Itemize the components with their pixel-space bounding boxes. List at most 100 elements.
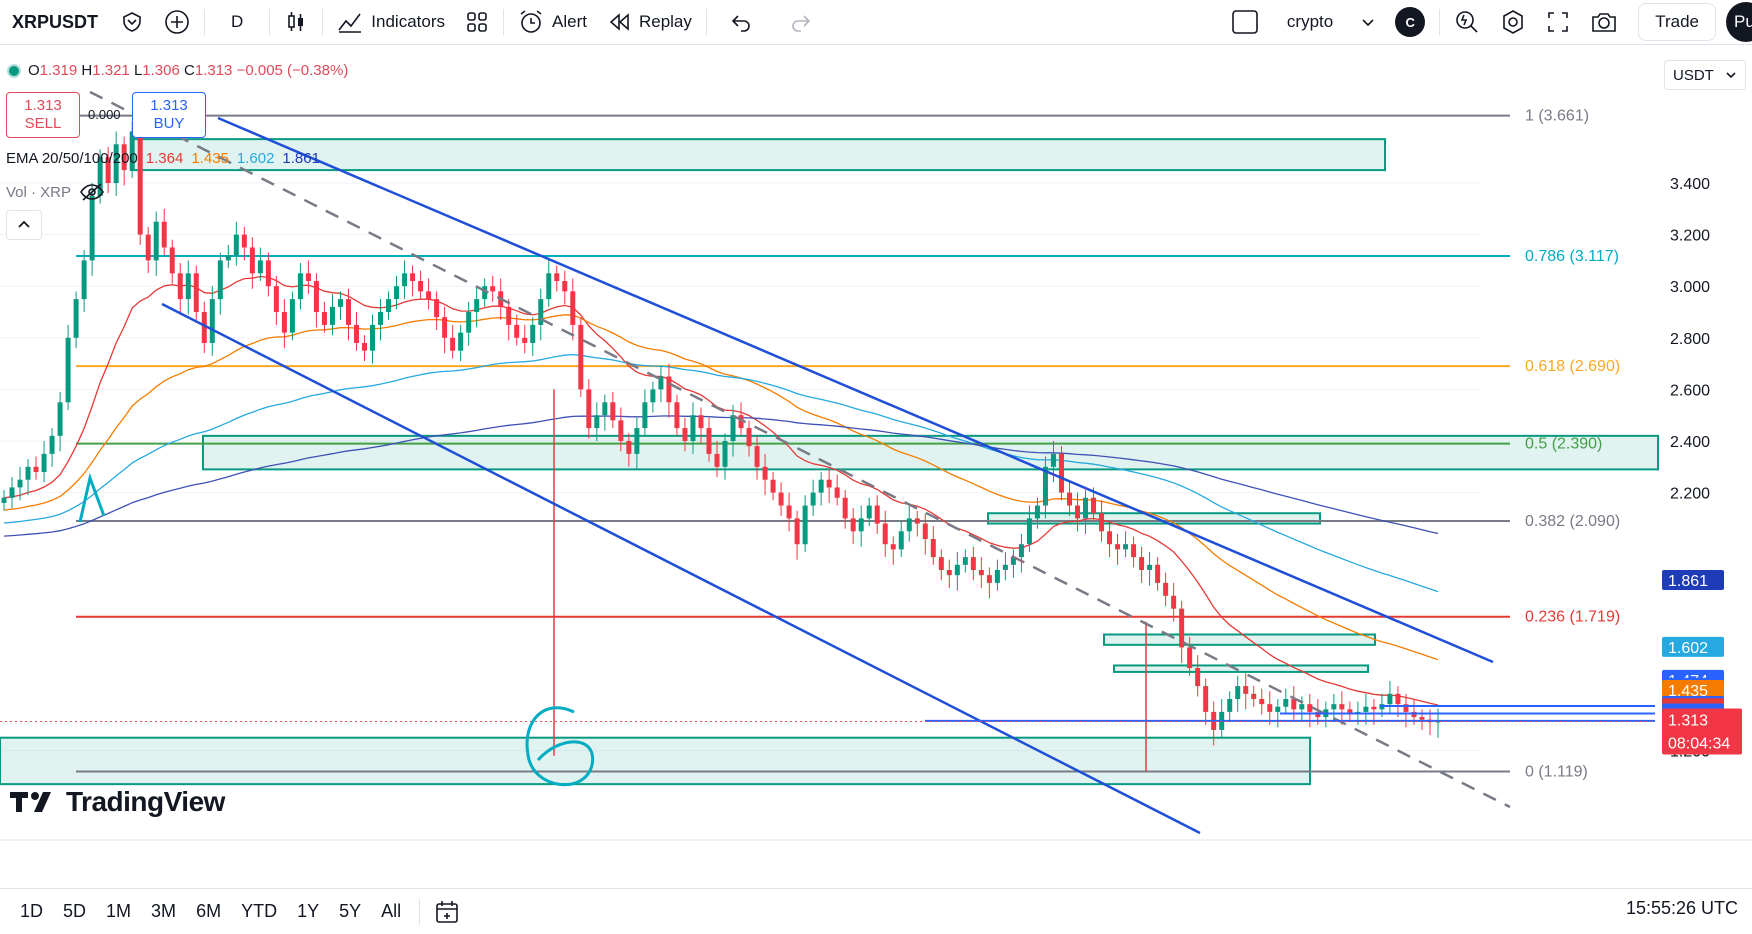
- candle-body: [778, 492, 784, 506]
- symbol-info-button[interactable]: [110, 0, 154, 44]
- candle-body: [522, 337, 528, 343]
- tradingview-watermark: TradingView: [10, 786, 225, 818]
- replay-button[interactable]: Replay: [597, 0, 702, 44]
- candle-body: [962, 557, 968, 565]
- ema20-value: 1.364: [145, 150, 184, 167]
- candle-body: [394, 286, 400, 300]
- candle-body: [1235, 686, 1241, 699]
- toolbar-divider: [204, 9, 206, 35]
- trade-button[interactable]: Trade: [1628, 0, 1726, 44]
- candle-body: [794, 518, 800, 545]
- candle-body: [1419, 717, 1425, 720]
- price-tick: 3.000: [1670, 279, 1710, 296]
- candle-body: [546, 273, 552, 300]
- range-5d[interactable]: 5D: [53, 901, 96, 922]
- countdown-label: 08:04:34: [1668, 735, 1730, 752]
- grid-icon: [467, 12, 487, 32]
- top-toolbar: XRPUSDT D Indicators Alert Replay crypto: [0, 0, 1752, 45]
- sell-button[interactable]: 1.313 SELL: [6, 92, 80, 138]
- account-avatar[interactable]: C: [1385, 0, 1435, 44]
- indicators-button[interactable]: Indicators: [327, 0, 455, 44]
- candle-body: [297, 273, 303, 300]
- range-1m[interactable]: 1M: [96, 901, 141, 922]
- candle-body: [353, 324, 359, 343]
- snapshot-button[interactable]: [1580, 0, 1628, 44]
- price-badge-label: 1.602: [1668, 640, 1708, 657]
- alert-button[interactable]: Alert: [508, 0, 597, 44]
- symbol-search[interactable]: XRPUSDT: [0, 5, 110, 39]
- candle-body: [1195, 668, 1201, 687]
- range-6m[interactable]: 6M: [186, 901, 231, 922]
- publish-label: Pu: [1734, 12, 1752, 31]
- eye-off-icon[interactable]: [79, 182, 105, 202]
- range-1y[interactable]: 1Y: [287, 901, 329, 922]
- supply-demand-zone: [0, 736, 1311, 786]
- candle-body: [386, 299, 392, 312]
- compare-symbol-button[interactable]: [154, 0, 200, 44]
- candle-body: [313, 281, 319, 312]
- ema-legend[interactable]: EMA 20/50/100/200 1.364 1.435 1.602 1.86…: [6, 150, 320, 167]
- candle-body: [153, 221, 159, 261]
- range-3m[interactable]: 3M: [141, 901, 186, 922]
- currency-select[interactable]: USDT: [1664, 60, 1746, 90]
- symbol-name: XRPUSDT: [12, 11, 99, 32]
- candle-body: [289, 299, 295, 333]
- redo-button[interactable]: [771, 0, 831, 44]
- templates-button[interactable]: [455, 0, 499, 44]
- publish-button[interactable]: Pu: [1726, 2, 1752, 42]
- candle-body: [73, 299, 79, 338]
- candle-body: [914, 518, 920, 524]
- undo-button[interactable]: [711, 0, 771, 44]
- candle-body: [217, 260, 223, 300]
- candle-body: [706, 428, 712, 454]
- collapse-legend-button[interactable]: [6, 210, 42, 240]
- candle-body: [378, 312, 384, 325]
- range-all[interactable]: All: [371, 901, 411, 922]
- rewind-icon: [609, 13, 629, 31]
- candle-body: [906, 518, 912, 532]
- sell-price: 1.313: [24, 97, 62, 114]
- range-5y[interactable]: 5Y: [329, 901, 371, 922]
- candle-body: [714, 453, 720, 467]
- toolbar-divider: [705, 9, 707, 35]
- candle-body: [594, 415, 600, 429]
- settings-button[interactable]: [1490, 0, 1536, 44]
- candle-body: [241, 234, 247, 248]
- utc-clock[interactable]: 15:55:26 UTC: [1626, 898, 1738, 919]
- candle-body: [954, 564, 960, 576]
- ohlc-legend: O1.319 H1.321 L1.306 C1.313 −0.005 (−0.3…: [6, 62, 348, 79]
- price-badge-label: 1.861: [1668, 573, 1708, 590]
- candle-body: [602, 402, 608, 416]
- candle-body: [1099, 513, 1105, 532]
- channel-upper-line: [217, 116, 1494, 664]
- candle-body: [554, 273, 560, 282]
- candle-body: [426, 291, 432, 300]
- buy-button[interactable]: 1.313 BUY: [132, 92, 206, 138]
- layout-menu-button[interactable]: [1351, 0, 1385, 44]
- supply-demand-zone: [202, 434, 1659, 471]
- candle-body: [1034, 505, 1040, 519]
- candle-body: [762, 466, 768, 480]
- tradingview-logo-icon: [10, 792, 51, 812]
- layout-toggle-button[interactable]: [1221, 0, 1269, 44]
- quick-search-button[interactable]: [1444, 0, 1490, 44]
- layout-name-button[interactable]: crypto: [1269, 0, 1351, 44]
- range-ytd[interactable]: YTD: [231, 901, 287, 922]
- replay-label: Replay: [638, 12, 692, 31]
- candle-body: [946, 570, 952, 576]
- candle-body: [49, 435, 55, 454]
- goto-date-button[interactable]: [424, 890, 470, 934]
- candle-body: [890, 544, 896, 550]
- candle-body: [17, 479, 23, 488]
- candle-body: [626, 441, 632, 454]
- candle-body: [610, 402, 616, 421]
- volume-legend[interactable]: Vol · XRP: [6, 182, 105, 202]
- candle-body: [41, 453, 47, 472]
- fullscreen-button[interactable]: [1536, 0, 1580, 44]
- interval-button[interactable]: D: [209, 0, 265, 44]
- chart-type-button[interactable]: [274, 0, 318, 44]
- buy-price: 1.313: [150, 97, 188, 114]
- currency-label: USDT: [1673, 66, 1714, 84]
- candle-body: [1139, 557, 1145, 570]
- range-1d[interactable]: 1D: [10, 901, 53, 922]
